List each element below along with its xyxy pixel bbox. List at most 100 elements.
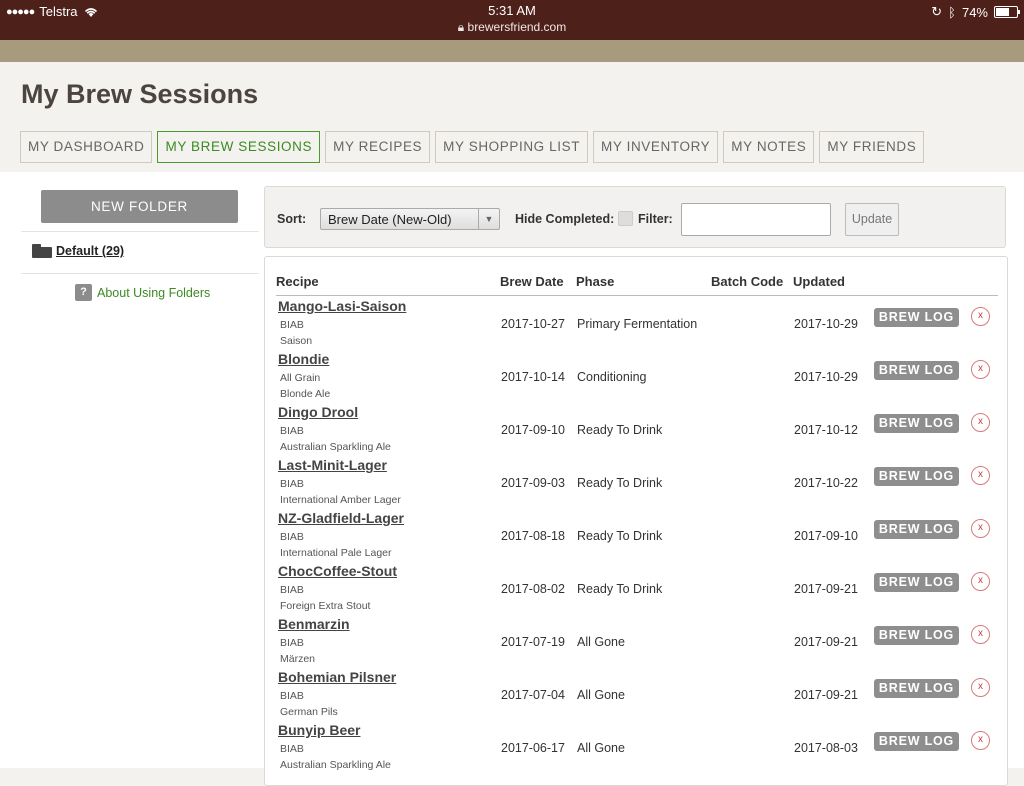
battery-fill [996,8,1009,16]
brew-log-button[interactable]: BREW LOG [874,308,959,327]
brew-date: 2017-09-03 [501,476,565,490]
recipe-style: German Pils [280,706,338,718]
tab-my-inventory[interactable]: MY INVENTORY [593,131,719,163]
address-bar[interactable]: 🔒︎ brewersfriend.com [0,20,1024,35]
updated-date: 2017-10-29 [794,370,858,384]
recipe-name-link[interactable]: NZ-Gladfield-Lager [278,510,404,526]
table-row: Dingo Drool BIAB Australian Sparkling Ale 2… [265,404,1007,457]
bluetooth-icon: ᛒ [948,4,956,20]
status-bar: ●●●●● Telstra 5:31 AM 🔒︎ brewersfriend.c… [0,0,1024,40]
recipe-name-link[interactable]: ChocCoffee-Stout [278,563,397,579]
recipe-method: BIAB [280,690,304,702]
tab-my-brew-sessions[interactable]: MY BREW SESSIONS [157,131,321,163]
brew-log-button[interactable]: BREW LOG [874,573,959,592]
recipe-method: All Grain [280,372,321,384]
recipe-name-link[interactable]: Bunyip Beer [278,722,360,738]
updated-date: 2017-10-29 [794,317,858,331]
brew-date: 2017-10-27 [501,317,565,331]
phase: Primary Fermentation [577,317,698,331]
phase: All Gone [577,688,625,702]
delete-icon[interactable]: x [971,572,990,591]
brew-log-button[interactable]: BREW LOG [874,361,959,380]
delete-icon[interactable]: x [971,625,990,644]
brew-log-button[interactable]: BREW LOG [874,732,959,751]
phase: Ready To Drink [577,423,663,437]
delete-icon[interactable]: x [971,678,990,697]
chevron-down-icon: ▼ [478,209,499,229]
delete-icon[interactable]: x [971,731,990,750]
header-recipe: Recipe [276,274,319,289]
brew-sessions-table: Recipe Brew Date Phase Batch Code Update… [264,256,1008,786]
recipe-method: BIAB [280,637,304,649]
recipe-style: International Pale Lager [280,547,392,559]
battery-percent: 74% [961,4,988,20]
recipe-style: Foreign Extra Stout [280,600,371,612]
update-button[interactable]: Update [845,203,899,236]
tab-my-recipes[interactable]: MY RECIPES [325,131,431,163]
delete-icon[interactable]: x [971,307,990,326]
recipe-name-link[interactable]: Mango-Lasi-Saison [278,298,406,314]
brew-date: 2017-07-04 [501,688,565,702]
folder-icon [32,244,52,258]
folder-link[interactable]: Default (29) [56,244,124,258]
lock-icon: 🔒︎ [457,20,465,34]
delete-icon[interactable]: x [971,519,990,538]
recipe-method: BIAB [280,319,304,331]
about-folders-row[interactable]: ? About Using Folders [75,284,210,301]
sidebar-divider [21,231,259,232]
recipe-method: BIAB [280,743,304,755]
content-area: NEW FOLDER Default (29) ? About Using Fo… [0,172,1024,786]
updated-date: 2017-09-10 [794,529,858,543]
recipe-name-link[interactable]: Last-Minit-Lager [278,457,387,473]
header-divider [276,295,998,296]
delete-icon[interactable]: x [971,360,990,379]
table-row: Mango-Lasi-Saison BIAB Saison 2017-10-27 Pri… [265,298,1007,351]
tab-my-notes[interactable]: MY NOTES [723,131,815,163]
table-row: Blondie All Grain Blonde Ale 2017-10-14 Cond… [265,351,1007,404]
recipe-name-link[interactable]: Benmarzin [278,616,350,632]
delete-icon[interactable]: x [971,466,990,485]
url-text: brewersfriend.com [467,20,567,34]
recipe-style: Blonde Ale [280,388,331,400]
filter-input[interactable] [681,203,831,236]
recipe-method: BIAB [280,425,304,437]
phase: Ready To Drink [577,476,663,490]
brew-log-button[interactable]: BREW LOG [874,679,959,698]
delete-icon[interactable]: x [971,413,990,432]
header-brew-date: Brew Date [500,274,564,289]
recipe-style: Australian Sparkling Ale [280,759,391,771]
brew-log-button[interactable]: BREW LOG [874,626,959,645]
recipe-name-link[interactable]: Bohemian Pilsner [278,669,396,685]
recipe-method: BIAB [280,478,304,490]
recipe-name-link[interactable]: Dingo Drool [278,404,358,420]
brew-date: 2017-08-02 [501,582,565,596]
new-folder-button[interactable]: NEW FOLDER [41,190,238,223]
brew-log-button[interactable]: BREW LOG [874,467,959,486]
folder-item-default[interactable]: Default (29) [32,244,124,258]
updated-date: 2017-10-12 [794,423,858,437]
filter-label: Filter: [638,212,673,226]
phase: All Gone [577,635,625,649]
tab-my-dashboard[interactable]: MY DASHBOARD [20,131,153,163]
table-row: Last-Minit-Lager BIAB International Amber … [265,457,1007,510]
header-updated: Updated [793,274,845,289]
brew-log-button[interactable]: BREW LOG [874,414,959,433]
phase: Ready To Drink [577,529,663,543]
hide-completed-label: Hide Completed: [515,212,615,226]
battery-icon [994,6,1020,18]
updated-date: 2017-09-21 [794,688,858,702]
updated-date: 2017-10-22 [794,476,858,490]
sort-select[interactable]: Brew Date (New-Old) ▼ [320,208,500,230]
brew-date: 2017-06-17 [501,741,565,755]
about-folders-link[interactable]: About Using Folders [97,286,210,300]
hide-completed-checkbox[interactable] [618,211,633,226]
brew-date: 2017-09-10 [501,423,565,437]
table-row: Bohemian Pilsner BIAB German Pils 2017-07-0… [265,669,1007,722]
clock: 5:31 AM [488,3,536,18]
brew-log-button[interactable]: BREW LOG [874,520,959,539]
recipe-style: International Amber Lager [280,494,401,506]
brew-date: 2017-10-14 [501,370,565,384]
recipe-name-link[interactable]: Blondie [278,351,329,367]
tab-my-shopping-list[interactable]: MY SHOPPING LIST [435,131,589,163]
tab-my-friends[interactable]: MY FRIENDS [819,131,925,163]
